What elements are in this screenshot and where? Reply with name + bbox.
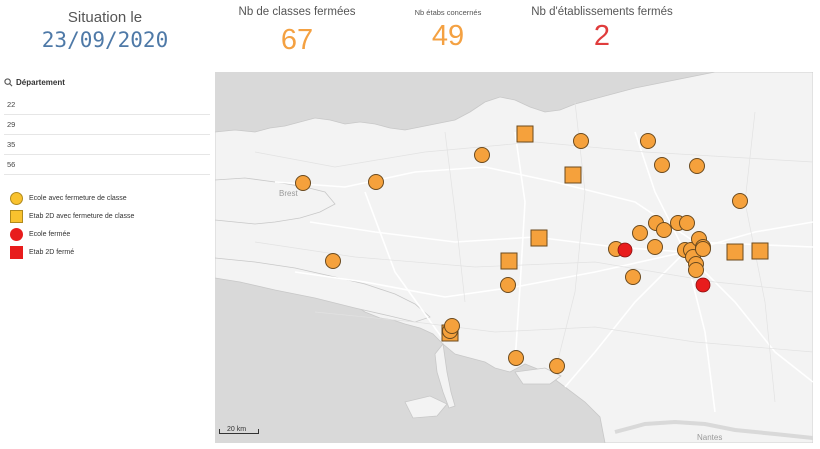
kpi-closed-schools-value: 2 — [593, 20, 611, 52]
filter-item-56[interactable]: 56 — [4, 155, 210, 175]
filter-item-label: 29 — [7, 120, 16, 129]
map-canvas[interactable]: Brest Nantes — [215, 72, 813, 443]
ecole-marker[interactable] — [444, 318, 460, 334]
city-label-brest: Brest — [279, 189, 298, 198]
ecole-marker[interactable] — [647, 239, 663, 255]
department-filter: Département 22 29 35 56 — [4, 74, 210, 175]
ecole-fermee-marker[interactable] — [695, 277, 711, 293]
ecole-marker[interactable] — [625, 269, 641, 285]
ecole-marker[interactable] — [295, 175, 311, 191]
kpi-closed-classes-value: 67 — [280, 24, 314, 56]
legend-item[interactable]: Etab 2D avec fermeture de classe — [10, 207, 210, 225]
filter-item-22[interactable]: 22 — [4, 95, 210, 115]
ecole-marker[interactable] — [474, 147, 490, 163]
etab-2d-marker[interactable] — [751, 242, 769, 260]
scale-label: 20 km — [227, 426, 247, 433]
ecole-marker[interactable] — [368, 174, 384, 190]
legend-label: Ecole fermée — [29, 230, 71, 238]
ecole-marker[interactable] — [679, 215, 695, 231]
ecole-marker[interactable] — [325, 253, 341, 269]
map-legend: Ecole avec fermeture de classe Etab 2D a… — [10, 189, 210, 261]
circle-marker-icon — [10, 227, 23, 241]
legend-label: Etab 2D fermé — [29, 248, 75, 256]
kpi-schools-concerned-value: 49 — [431, 20, 465, 52]
ecole-marker[interactable] — [689, 158, 705, 174]
filter-title: Département — [16, 77, 65, 87]
legend-item[interactable]: Etab 2D fermé — [10, 243, 210, 261]
filter-item-35[interactable]: 35 — [4, 135, 210, 155]
kpi-closed-classes-label: Nb de classes fermées — [238, 6, 356, 18]
brittany-map[interactable]: Brest Nantes 20 km — [215, 72, 813, 443]
ecole-marker[interactable] — [573, 133, 589, 149]
filter-item-label: 35 — [7, 140, 16, 149]
ecole-fermee-marker[interactable] — [617, 242, 633, 258]
etab-2d-marker[interactable] — [500, 252, 518, 270]
legend-label: Etab 2D avec fermeture de classe — [29, 212, 135, 220]
circle-marker-icon — [10, 191, 23, 205]
ecole-marker[interactable] — [654, 157, 670, 173]
filter-header[interactable]: Département — [4, 74, 210, 90]
ecole-marker[interactable] — [549, 358, 565, 374]
filter-item-29[interactable]: 29 — [4, 115, 210, 135]
kpi-schools-concerned-label: Nb étabs concernés — [414, 8, 482, 17]
city-label-nantes: Nantes — [697, 433, 722, 442]
scale-bar: 20 km — [219, 426, 259, 434]
ecole-marker[interactable] — [695, 241, 711, 257]
legend-item[interactable]: Ecole fermée — [10, 225, 210, 243]
search-icon[interactable] — [4, 77, 13, 87]
ecole-marker[interactable] — [632, 225, 648, 241]
legend-item[interactable]: Ecole avec fermeture de classe — [10, 189, 210, 207]
ecole-marker[interactable] — [688, 262, 704, 278]
ecole-marker[interactable] — [656, 222, 672, 238]
ecole-marker[interactable] — [732, 193, 748, 209]
legend-label: Ecole avec fermeture de classe — [29, 194, 127, 202]
square-marker-icon — [10, 209, 23, 223]
ecole-marker[interactable] — [508, 350, 524, 366]
filter-item-label: 56 — [7, 160, 16, 169]
square-marker-icon — [10, 245, 23, 259]
etab-2d-marker[interactable] — [726, 243, 744, 261]
kpi-closed-schools-label: Nb d'établissements fermés — [531, 6, 673, 18]
etab-2d-marker[interactable] — [516, 125, 534, 143]
ecole-marker[interactable] — [640, 133, 656, 149]
etab-2d-marker[interactable] — [564, 166, 582, 184]
etab-2d-marker[interactable] — [530, 229, 548, 247]
situation-date: 23/09/2020 — [41, 28, 169, 52]
situation-label: Situation le — [67, 9, 143, 26]
ecole-marker[interactable] — [500, 277, 516, 293]
filter-item-label: 22 — [7, 100, 16, 109]
